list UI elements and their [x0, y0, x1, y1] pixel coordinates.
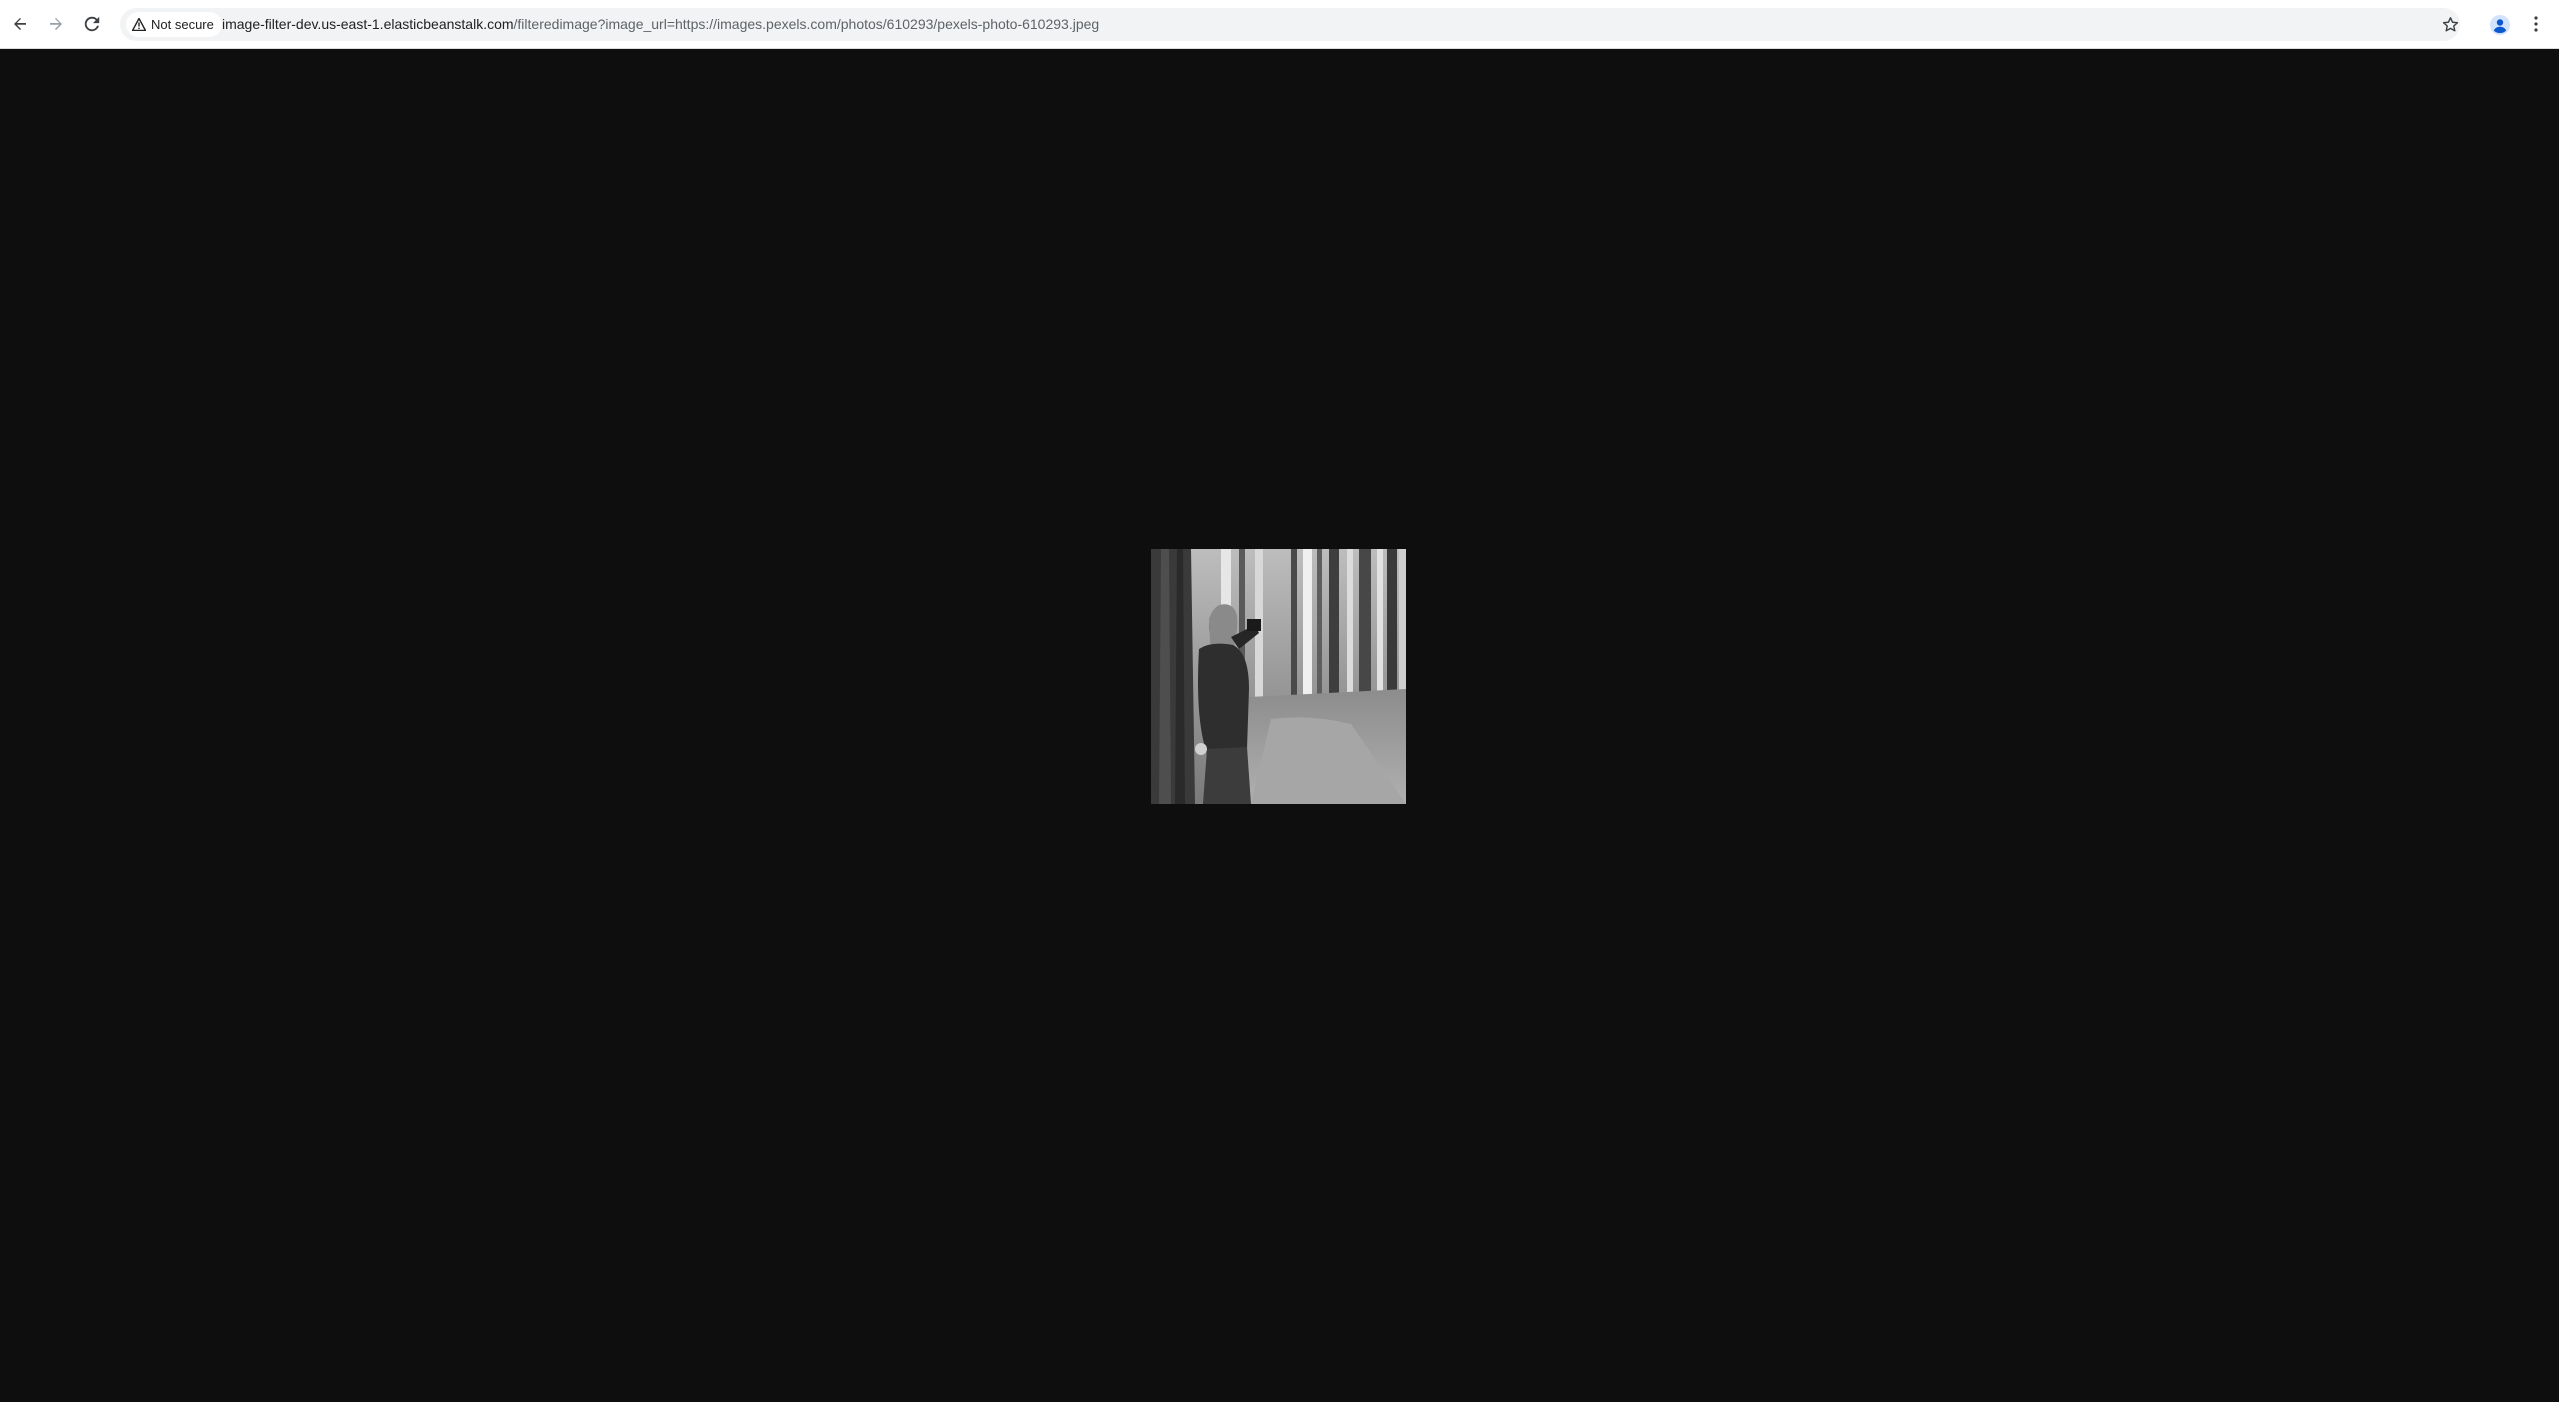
filtered-image	[1151, 549, 1406, 804]
grayscale-photo	[1151, 549, 1406, 804]
forward-button[interactable]	[40, 8, 72, 40]
warning-icon	[132, 18, 146, 31]
url-text[interactable]: image-filter-dev.us-east-1.elasticbeanst…	[222, 8, 1099, 41]
profile-button[interactable]	[2484, 9, 2516, 41]
star-icon	[2442, 16, 2458, 32]
reload-icon	[84, 16, 100, 32]
kebab-menu-icon	[2534, 16, 2538, 32]
back-arrow-icon	[14, 18, 26, 30]
security-indicator[interactable]: Not secure	[126, 12, 222, 37]
address-bar[interactable]: Not secure image-filter-dev.us-east-1.el…	[120, 8, 2460, 41]
reload-button[interactable]	[76, 8, 108, 40]
url-path: /filteredimage?image_url=https://images.…	[513, 16, 1100, 32]
profile-icon	[2490, 15, 2510, 35]
browser-menu-button[interactable]	[2522, 8, 2550, 40]
bookmark-button[interactable]	[2434, 8, 2466, 40]
forward-arrow-icon	[50, 18, 62, 30]
url-host: image-filter-dev.us-east-1.elasticbeanst…	[222, 16, 514, 32]
security-label: Not secure	[151, 17, 214, 32]
back-button[interactable]	[4, 8, 36, 40]
browser-toolbar: Not secure image-filter-dev.us-east-1.el…	[0, 0, 2559, 49]
